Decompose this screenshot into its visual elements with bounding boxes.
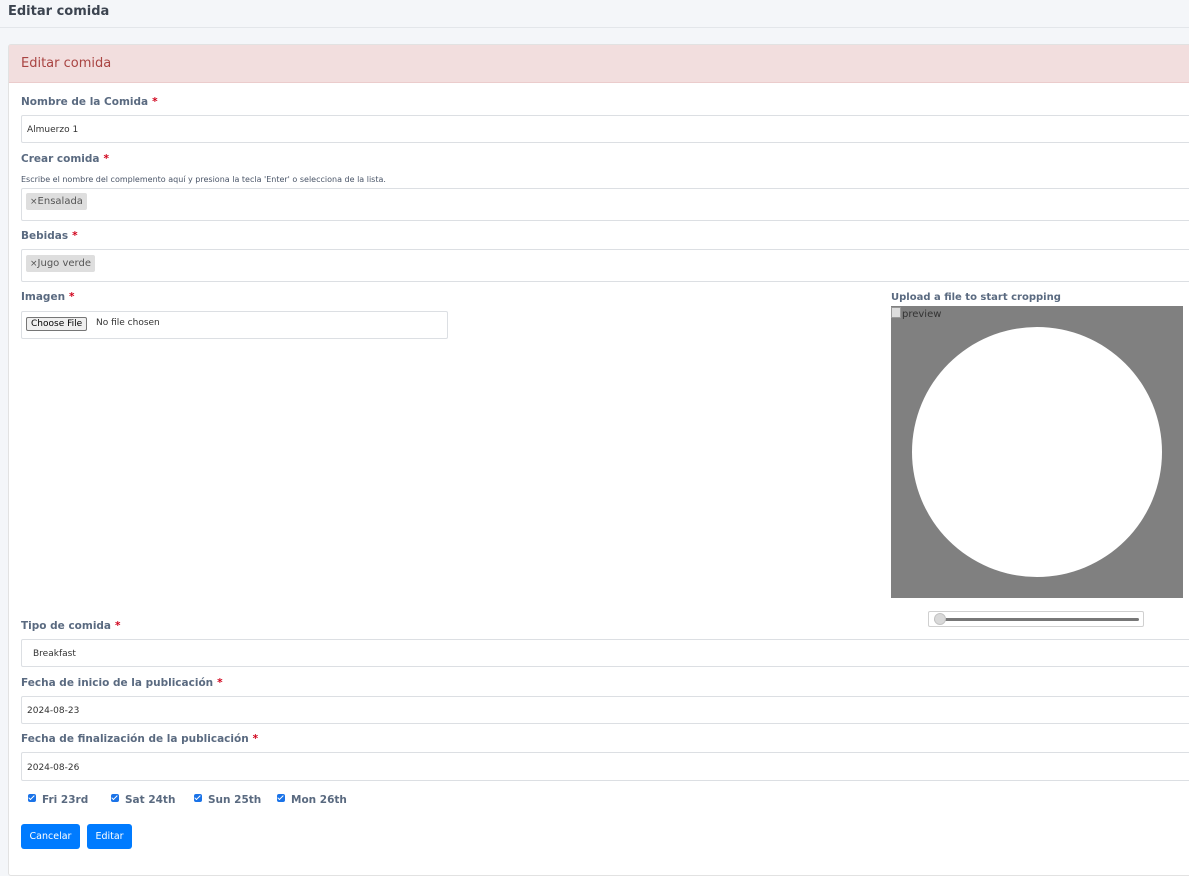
tipo-label: Tipo de comida * (21, 620, 121, 632)
top-bar: Editar comida (0, 0, 1189, 28)
bebidas-label: Bebidas * (21, 230, 78, 242)
tag-label: Ensalada (37, 196, 83, 207)
required-mark: * (217, 677, 223, 689)
crear-label: Crear comida * (21, 153, 109, 165)
cropper-area[interactable]: preview (891, 306, 1183, 598)
crear-label-text: Crear comida (21, 153, 100, 165)
day-checkbox-fri[interactable]: Fri 23rd (28, 794, 88, 806)
fecha-fin-value: 2024-08-26 (27, 763, 80, 773)
checkbox-checked-icon[interactable] (194, 794, 202, 802)
day-label: Fri 23rd (42, 794, 89, 806)
checkbox-checked-icon[interactable] (111, 794, 119, 802)
tipo-select-value: Breakfast (33, 649, 76, 659)
slider-track (934, 618, 1139, 621)
crear-hint: Escribe el nombre del complemento aquí y… (21, 175, 386, 184)
tipo-label-text: Tipo de comida (21, 620, 112, 632)
zoom-slider[interactable] (928, 611, 1144, 627)
day-checkbox-sun[interactable]: Sun 25th (194, 794, 261, 806)
day-label: Sat 24th (125, 794, 176, 806)
day-checkbox-mon[interactable]: Mon 26th (277, 794, 347, 806)
remove-tag-icon[interactable]: × (30, 197, 38, 207)
day-label: Sun 25th (208, 794, 262, 806)
choose-file-button[interactable]: Choose File (26, 317, 88, 331)
required-mark: * (115, 620, 121, 632)
tag-chip: ×Ensalada (26, 193, 87, 210)
tag-label: Jugo verde (37, 258, 91, 269)
tag-chip: ×Jugo verde (26, 255, 95, 272)
file-input: Choose File No file chosen (21, 311, 448, 339)
nombre-label-text: Nombre de la Comida (21, 96, 149, 108)
card-header: Editar comida (9, 45, 1189, 83)
preview-image: preview (891, 307, 941, 320)
submit-button[interactable]: Editar (87, 824, 132, 849)
fin-label: Fecha de finalización de la publicación * (21, 733, 258, 745)
slider-thumb[interactable] (934, 613, 946, 625)
day-checkbox-sat[interactable]: Sat 24th (111, 794, 175, 806)
file-status: No file chosen (96, 318, 160, 328)
inicio-label: Fecha de inicio de la publicación * (21, 677, 223, 689)
checkbox-checked-icon[interactable] (277, 794, 285, 802)
imagen-label-text: Imagen (21, 291, 66, 303)
nombre-label: Nombre de la Comida * (21, 96, 158, 108)
inicio-label-text: Fecha de inicio de la publicación (21, 677, 214, 689)
required-mark: * (252, 733, 259, 745)
fecha-inicio-value: 2024-08-23 (27, 706, 80, 716)
cancel-button[interactable]: Cancelar (21, 824, 80, 849)
required-mark: * (152, 96, 158, 108)
required-mark: * (72, 230, 78, 242)
remove-tag-icon[interactable]: × (30, 259, 38, 269)
fin-label-text: Fecha de finalización de la publicación (21, 733, 249, 745)
card-header-title: Editar comida (21, 56, 112, 71)
imagen-label: Imagen * (21, 291, 75, 303)
checkbox-checked-icon[interactable] (28, 794, 36, 802)
day-label: Mon 26th (291, 794, 347, 806)
crop-circle[interactable] (912, 327, 1162, 577)
nombre-input[interactable]: Almuerzo 1 (21, 115, 1189, 143)
page-title: Editar comida (8, 4, 110, 19)
nombre-input-value: Almuerzo 1 (27, 125, 79, 135)
required-mark: * (69, 291, 75, 303)
required-mark: * (103, 153, 110, 165)
crear-tags-input[interactable]: ×Ensalada (21, 188, 1189, 221)
bebidas-label-text: Bebidas (21, 230, 69, 242)
tipo-select[interactable]: Breakfast (21, 639, 1189, 667)
bebidas-tags-input[interactable]: ×Jugo verde (21, 249, 1189, 282)
fecha-inicio-input[interactable]: 2024-08-23 (21, 696, 1189, 724)
cropper-title: Upload a file to start cropping (891, 292, 1061, 303)
fecha-fin-input[interactable]: 2024-08-26 (21, 752, 1189, 781)
